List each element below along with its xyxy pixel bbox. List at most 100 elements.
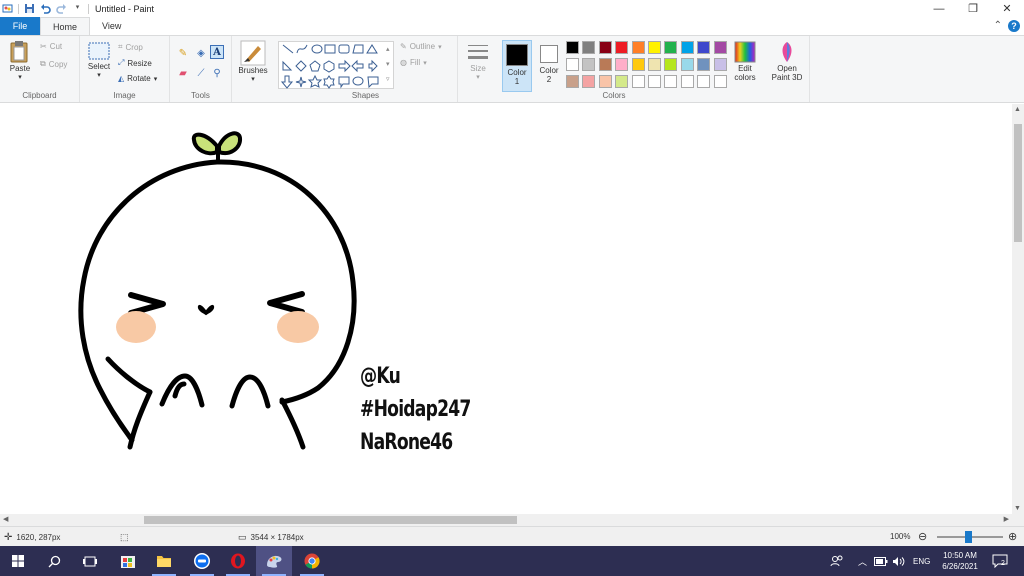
brushes-group: Brushes ▾ [232, 36, 274, 102]
scroll-up-arrow-icon[interactable]: ▲ [1014, 106, 1021, 113]
select-button[interactable]: Select ▾ [86, 42, 112, 79]
system-clock[interactable]: 10:50 AM 6/26/2021 [936, 550, 984, 572]
zoom-out-icon[interactable]: ⊖ [918, 530, 927, 543]
palette-swatch[interactable] [664, 41, 678, 54]
collapse-ribbon-icon[interactable]: ⌃ [994, 20, 1002, 31]
file-explorer-icon[interactable] [146, 546, 182, 576]
paint-taskbar-icon[interactable] [256, 546, 292, 576]
palette-swatch[interactable] [598, 41, 612, 54]
help-icon[interactable]: ? [1008, 20, 1020, 32]
palette-swatch[interactable] [598, 58, 612, 71]
show-hidden-icons-icon[interactable]: ︿ [858, 546, 867, 576]
brushes-button[interactable]: Brushes ▾ [236, 40, 270, 83]
volume-icon[interactable] [892, 546, 905, 576]
crop-button[interactable]: ⌗ Crop [118, 42, 143, 52]
palette-swatch[interactable] [566, 41, 579, 54]
drawing-canvas[interactable]: @Ku #Hoidap247 NaRone46 [0, 104, 1012, 514]
search-icon[interactable] [36, 546, 72, 576]
tab-home[interactable]: Home [40, 17, 91, 35]
palette-swatch[interactable] [648, 75, 661, 88]
shapes-gallery[interactable] [278, 41, 394, 89]
palette-swatch[interactable] [582, 75, 596, 88]
palette-swatch[interactable] [680, 75, 694, 88]
scroll-right-arrow-icon[interactable]: ▶ [1004, 515, 1009, 523]
cut-button[interactable]: ✂ Cut [40, 42, 62, 51]
palette-swatch[interactable] [680, 41, 694, 54]
paint-app-icon[interactable] [2, 3, 13, 14]
color2-button[interactable]: Color 2 [534, 40, 564, 92]
color-picker-icon[interactable]: ⟋ [194, 66, 208, 80]
shapes-scroll[interactable]: ▴ ▾ ▿ [386, 42, 390, 87]
palette-swatch[interactable] [566, 58, 579, 71]
undo-icon[interactable] [40, 3, 51, 14]
eraser-icon[interactable]: ▰ [176, 66, 190, 80]
zoom-slider-thumb[interactable] [965, 531, 972, 543]
palette-swatch[interactable] [697, 58, 711, 71]
color2-chip [540, 45, 558, 63]
fill-bucket-icon[interactable]: ◈ [194, 46, 208, 60]
minimize-button[interactable]: — [922, 0, 956, 17]
palette-swatch[interactable] [615, 41, 629, 54]
palette-swatch[interactable] [648, 41, 661, 54]
palette-swatch[interactable] [664, 75, 678, 88]
palette-swatch[interactable] [615, 75, 629, 88]
color1-button[interactable]: Color 1 [502, 40, 532, 92]
language-indicator[interactable]: ENG [913, 546, 930, 576]
tab-file[interactable]: File [0, 17, 40, 35]
customize-toolbar-icon[interactable]: ▾ [72, 3, 83, 14]
opera-browser-icon[interactable] [220, 546, 256, 576]
text-tool-icon[interactable]: A [210, 45, 224, 59]
scroll-down-arrow-icon[interactable]: ▼ [1014, 505, 1021, 512]
palette-swatch[interactable] [631, 75, 645, 88]
tools-group: ✎ ◈ A ▰ ⟋ ⚲ Tools [170, 36, 232, 102]
restore-button[interactable]: ❐ [956, 0, 990, 17]
palette-swatch[interactable] [615, 58, 629, 71]
palette-swatch[interactable] [648, 58, 661, 71]
palette-swatch[interactable] [664, 58, 678, 71]
palette-swatch[interactable] [680, 58, 694, 71]
chrome-browser-icon[interactable] [294, 546, 330, 576]
palette-swatch[interactable] [713, 75, 727, 88]
horizontal-scrollbar[interactable]: ◀ ▶ [0, 514, 1012, 526]
open-paint3d-button[interactable]: Open Paint 3D [768, 40, 806, 82]
outline-button[interactable]: ✎ Outline ▾ [400, 42, 442, 51]
vertical-scrollbar[interactable]: ▲ ▼ [1012, 104, 1024, 514]
app-store-icon[interactable] [110, 546, 146, 576]
palette-swatch[interactable] [697, 75, 711, 88]
task-view-icon[interactable] [72, 546, 108, 576]
zalo-icon[interactable] [184, 546, 220, 576]
close-button[interactable]: ✕ [990, 0, 1024, 17]
palette-swatch[interactable] [582, 41, 596, 54]
redo-icon[interactable] [56, 3, 67, 14]
palette-swatch[interactable] [582, 58, 596, 71]
notification-center-icon[interactable]: 2 [992, 546, 1008, 576]
vertical-scroll-thumb[interactable] [1014, 124, 1022, 242]
save-icon[interactable] [24, 3, 35, 14]
rotate-button[interactable]: ◭ Rotate ▾ [118, 74, 157, 83]
palette-swatch[interactable] [631, 41, 645, 54]
windows-start-icon[interactable] [0, 546, 36, 576]
magnifier-icon[interactable]: ⚲ [210, 66, 224, 80]
palette-swatch[interactable] [566, 75, 579, 88]
copy-button[interactable]: ⧉ Copy [40, 59, 67, 69]
palette-swatch[interactable] [598, 75, 612, 88]
palette-swatch[interactable] [697, 41, 711, 54]
paste-button[interactable]: Paste ▾ [6, 40, 34, 81]
palette-swatch[interactable] [713, 58, 727, 71]
tab-view[interactable]: View [90, 17, 133, 35]
battery-icon[interactable] [874, 546, 888, 576]
palette-swatch[interactable] [631, 58, 645, 71]
size-label: Size [470, 64, 486, 73]
pencil-icon[interactable]: ✎ [176, 46, 190, 60]
canvas-text-line-2: #Hoidap247 [360, 397, 471, 422]
resize-button[interactable]: ⤢ Resize [118, 58, 152, 68]
size-button[interactable]: Size ▾ [464, 42, 492, 81]
scroll-left-arrow-icon[interactable]: ◀ [3, 515, 8, 523]
horizontal-scroll-thumb[interactable] [144, 516, 517, 524]
people-icon[interactable] [830, 546, 844, 576]
zoom-in-icon[interactable]: ⊕ [1008, 530, 1017, 543]
palette-swatch[interactable] [713, 41, 727, 54]
edit-colors-button[interactable]: Edit colors [730, 40, 760, 82]
fill-button[interactable]: ◍ Fill ▾ [400, 58, 427, 67]
outline-icon: ✎ [400, 42, 407, 51]
